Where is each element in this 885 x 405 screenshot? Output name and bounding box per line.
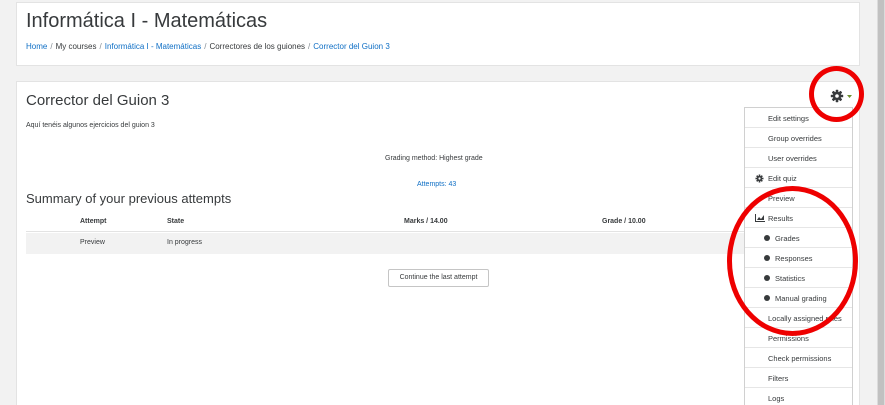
bullet-icon — [764, 295, 770, 301]
menu-item-locally-assigned-roles[interactable]: Locally assigned roles — [745, 308, 852, 328]
menu-item-statistics[interactable]: Statistics — [745, 268, 852, 288]
menu-item-grades[interactable]: Grades — [745, 228, 852, 248]
menu-item-label: Check permissions — [768, 354, 832, 363]
breadcrumb: Home / My courses / Informática I - Matemáti… — [26, 42, 390, 51]
breadcrumb-quiz[interactable]: Corrector del Guion 3 — [313, 42, 389, 51]
menu-item-results[interactable]: Results — [745, 208, 852, 228]
menu-item-edit-quiz[interactable]: Edit quiz — [745, 168, 852, 188]
menu-item-label: Logs — [768, 394, 785, 403]
breadcrumb-my-courses: My courses — [55, 42, 97, 51]
scrollbar-thumb[interactable] — [878, 0, 884, 405]
breadcrumb-separator: / — [204, 42, 207, 51]
caret-down-icon — [847, 95, 852, 98]
menu-item-check-permissions[interactable]: Check permissions — [745, 348, 852, 368]
menu-item-label: Statistics — [775, 274, 806, 283]
grading-method: Grading method: Highest grade — [385, 155, 483, 162]
menu-item-label: Preview — [768, 194, 795, 203]
menu-item-group-overrides[interactable]: Group overrides — [745, 128, 852, 148]
breadcrumb-separator: / — [99, 42, 102, 51]
attempts-link[interactable]: Attempts: 43 — [417, 181, 456, 188]
menu-item-label: Edit settings — [768, 114, 809, 123]
menu-item-user-overrides[interactable]: User overrides — [745, 148, 852, 168]
summary-title: Summary of your previous attempts — [26, 191, 232, 206]
menu-item-logs[interactable]: Logs — [745, 388, 852, 405]
column-marks: Marks / 14.00 — [404, 218, 448, 225]
menu-item-label: User overrides — [768, 154, 817, 163]
breadcrumb-course[interactable]: Informática I - Matemáticas — [105, 42, 201, 51]
settings-dropdown-menu: Edit settings Group overrides User overr… — [744, 107, 853, 405]
menu-item-label: Responses — [775, 254, 813, 263]
attempt-cell: Preview — [80, 239, 105, 246]
gear-icon — [755, 174, 764, 183]
quiz-title: Corrector del Guion 3 — [26, 92, 170, 109]
menu-item-label: Permissions — [768, 334, 809, 343]
bullet-icon — [764, 255, 770, 261]
column-grade: Grade / 10.00 — [602, 218, 646, 225]
settings-menu-toggle[interactable] — [830, 88, 856, 104]
quiz-intro: Aquí tenéis algunos ejercicios del guion… — [26, 122, 155, 129]
breadcrumb-section: Correctores de los guiones — [209, 42, 306, 51]
state-cell: In progress — [167, 239, 203, 246]
bullet-icon — [764, 235, 770, 241]
column-state: State — [167, 218, 185, 225]
attempts-table-header: Attempt State Marks / 14.00 Grade / 10.0… — [26, 212, 754, 232]
menu-item-manual-grading[interactable]: Manual grading — [745, 288, 852, 308]
breadcrumb-separator: / — [50, 42, 53, 51]
column-attempt: Attempt — [80, 218, 107, 225]
course-title: Informática I - Matemáticas — [26, 10, 268, 32]
menu-item-label: Locally assigned roles — [768, 314, 842, 323]
menu-item-permissions[interactable]: Permissions — [745, 328, 852, 348]
menu-item-label: Edit quiz — [768, 174, 797, 183]
menu-item-filters[interactable]: Filters — [745, 368, 852, 388]
menu-item-label: Grades — [775, 234, 800, 243]
menu-item-responses[interactable]: Responses — [745, 248, 852, 268]
menu-item-label: Manual grading — [775, 294, 827, 303]
menu-item-label: Group overrides — [768, 134, 822, 143]
page-header: Informática I - Matemáticas Home / My cour… — [16, 2, 860, 66]
menu-item-edit-settings[interactable]: Edit settings — [745, 108, 852, 128]
breadcrumb-home[interactable]: Home — [26, 42, 47, 51]
breadcrumb-separator: / — [308, 42, 311, 51]
bullet-icon — [764, 275, 770, 281]
continue-attempt-button[interactable]: Continue the last attempt — [388, 269, 489, 287]
menu-item-preview[interactable]: Preview — [745, 188, 852, 208]
quiz-content: Corrector del Guion 3 Aquí tenéis alguno… — [16, 81, 860, 405]
menu-item-label: Filters — [768, 374, 789, 383]
page-scrollbar[interactable] — [877, 0, 885, 405]
table-row: Preview In progress — [26, 233, 754, 254]
menu-item-label: Results — [768, 214, 794, 223]
chart-icon — [755, 214, 765, 222]
